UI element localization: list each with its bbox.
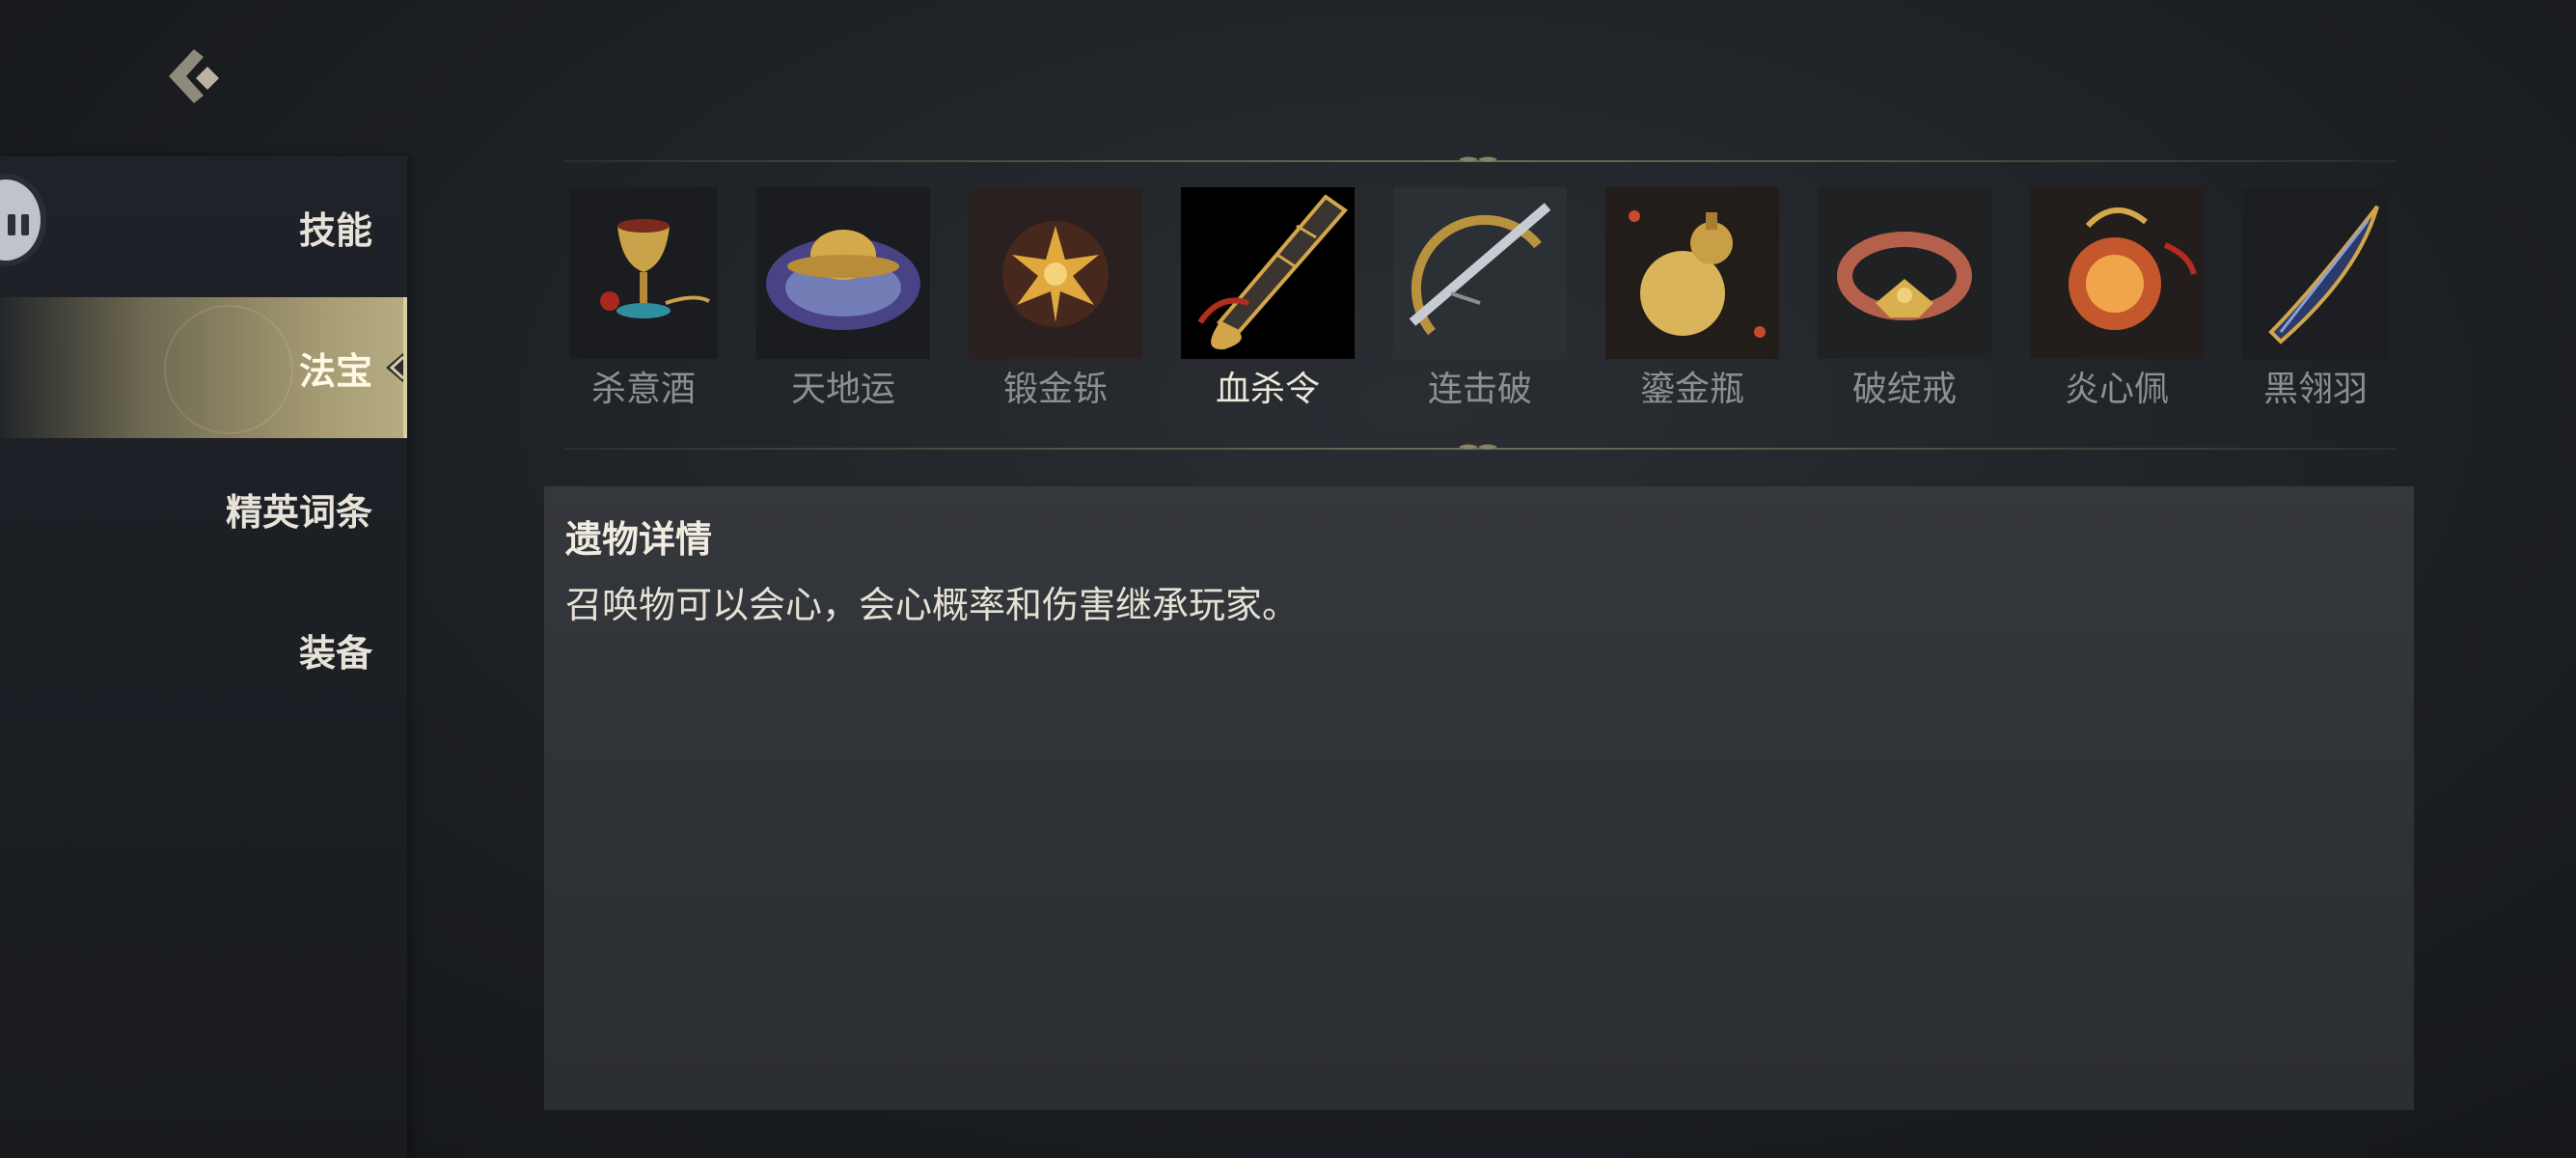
pause-icon xyxy=(8,214,33,235)
flame-pendant-icon xyxy=(2030,187,2204,359)
relic-item[interactable]: 鎏金瓶 xyxy=(1605,187,1779,409)
sidebar-item-treasure[interactable]: 法宝 xyxy=(0,297,407,438)
relic-item[interactable]: 锻金铄 xyxy=(969,187,1142,409)
divider-ornament-icon xyxy=(1459,156,1497,162)
relic-item[interactable]: 杀意酒 xyxy=(569,187,718,409)
sidebar-item-skills[interactable]: 技能 xyxy=(0,156,407,297)
relic-name: 连击破 xyxy=(1427,370,1532,409)
relic-name: 黑翎羽 xyxy=(2262,370,2368,409)
dark-feather-icon xyxy=(2242,187,2389,359)
selection-notch-icon xyxy=(386,351,405,384)
relic-item[interactable]: 炎心佩 xyxy=(2030,187,2204,409)
relic-item[interactable]: 连击破 xyxy=(1393,187,1567,409)
sidebar-item-equipment[interactable]: 装备 xyxy=(0,579,407,720)
relic-name: 血杀令 xyxy=(1215,370,1320,409)
relic-name: 天地运 xyxy=(790,370,895,409)
relic-name: 炎心佩 xyxy=(2064,370,2169,409)
ornate-ring-icon xyxy=(1818,187,1991,359)
relic-name: 杀意酒 xyxy=(590,370,696,409)
divider-ornament-icon xyxy=(1459,444,1497,450)
blood-blade-token-icon xyxy=(1181,187,1355,359)
golden-gourd-icon xyxy=(1605,187,1779,359)
sidebar-item-label: 技能 xyxy=(298,208,372,252)
relic-name: 锻金铄 xyxy=(1002,370,1108,409)
category-sidebar: 技能 法宝 精英词条 装备 xyxy=(0,156,407,1158)
swirling-orb-icon xyxy=(756,187,930,359)
sun-decoration xyxy=(164,305,293,434)
relic-item[interactable]: 天地运 xyxy=(756,187,930,409)
detail-title: 遗物详情 xyxy=(565,518,713,561)
back-chevron-icon xyxy=(169,49,219,103)
back-button[interactable] xyxy=(159,43,236,121)
crescent-blade-icon xyxy=(1393,187,1567,359)
relic-name: 破绽戒 xyxy=(1851,370,1957,409)
sidebar-item-label: 精英词条 xyxy=(225,490,372,534)
sidebar-item-elite-affixes[interactable]: 精英词条 xyxy=(0,438,407,579)
relic-item[interactable]: 黑翎羽 xyxy=(2242,187,2389,409)
relic-name: 鎏金瓶 xyxy=(1639,370,1744,409)
sidebar-item-label: 装备 xyxy=(298,631,372,675)
detail-description: 召唤物可以会心，会心概率和伤害继承玩家。 xyxy=(565,584,1300,626)
golden-spiked-emblem-icon xyxy=(969,187,1142,359)
relic-item-selected[interactable]: 血杀令 xyxy=(1181,187,1355,409)
relic-item[interactable]: 破绽戒 xyxy=(1818,187,1991,409)
sidebar-item-label: 法宝 xyxy=(298,349,372,393)
wine-goblet-icon xyxy=(569,187,718,359)
relic-detail-panel: 遗物详情 召唤物可以会心，会心概率和伤害继承玩家。 xyxy=(544,486,2414,1110)
